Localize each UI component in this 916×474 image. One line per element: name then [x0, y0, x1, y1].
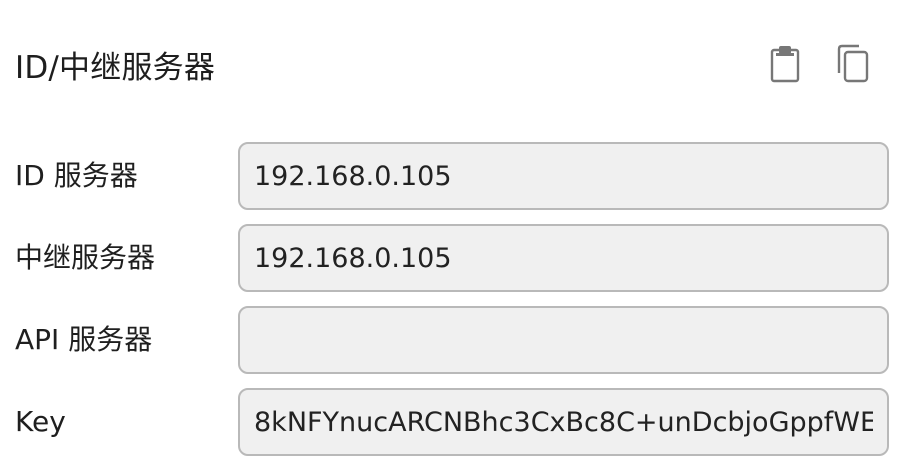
- dialog-title: ID/中继服务器: [15, 50, 216, 86]
- key-input-frame: [238, 388, 889, 456]
- copy-button[interactable]: [832, 40, 872, 86]
- id-server-input[interactable]: [240, 144, 887, 208]
- id-server-row: ID 服务器: [0, 142, 916, 210]
- relay-server-input-frame: [238, 224, 889, 292]
- server-settings-dialog: ID/中继服务器 ID 服务器 中继服务器 API 服务器: [0, 0, 916, 474]
- copy-icon: [837, 44, 869, 83]
- relay-server-label: 中继服务器: [15, 241, 156, 274]
- api-server-row: API 服务器: [0, 306, 916, 374]
- api-server-input-frame: [238, 306, 889, 374]
- clipboard-icon: [770, 46, 800, 83]
- paste-button[interactable]: [765, 40, 805, 86]
- key-input[interactable]: [240, 390, 887, 454]
- relay-server-row: 中继服务器: [0, 224, 916, 292]
- key-label: Key: [15, 405, 66, 438]
- relay-server-input[interactable]: [240, 226, 887, 290]
- id-server-label: ID 服务器: [15, 159, 138, 192]
- api-server-label: API 服务器: [15, 323, 153, 356]
- api-server-input[interactable]: [240, 308, 887, 372]
- id-server-input-frame: [238, 142, 889, 210]
- key-row: Key: [0, 388, 916, 456]
- title-actions: [765, 40, 872, 86]
